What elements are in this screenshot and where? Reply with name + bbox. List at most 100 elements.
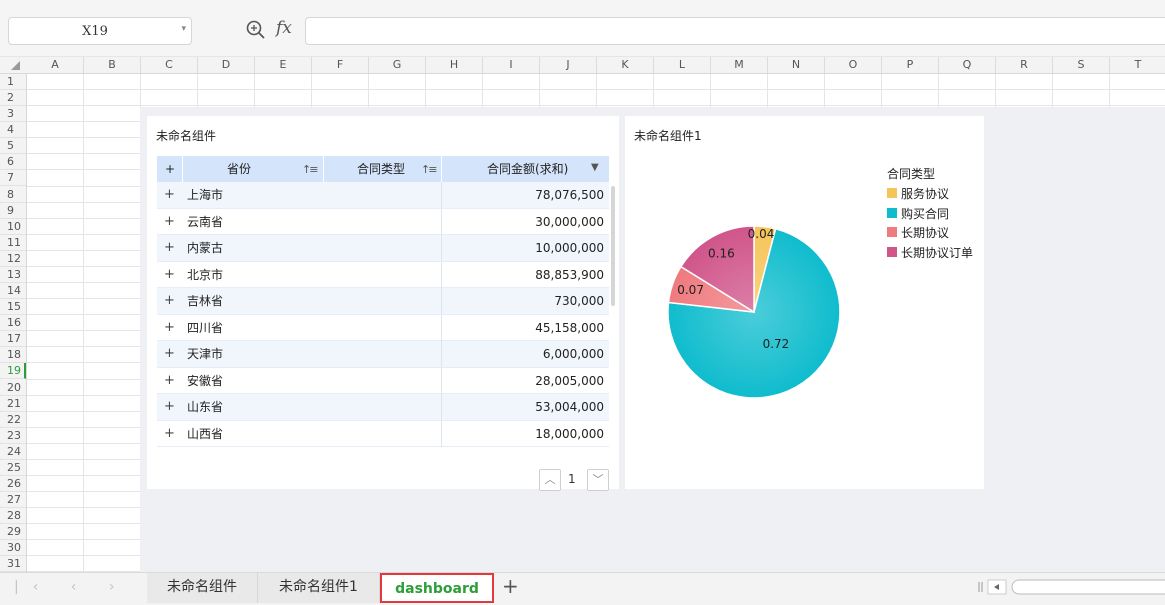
table-row[interactable]: + 四川省 45,158,000 (157, 314, 609, 341)
row-header-10[interactable]: 10 (0, 219, 26, 235)
column-header-t[interactable]: T (1110, 57, 1165, 73)
table-row[interactable]: + 吉林省 730,000 (157, 288, 609, 315)
column-header-c[interactable]: C (141, 57, 198, 73)
row-header-31[interactable]: 31 (0, 556, 26, 573)
zoom-search-icon[interactable] (245, 19, 267, 41)
chevron-down-icon[interactable]: ﹀ (587, 469, 609, 491)
column-header-h[interactable]: H (426, 57, 483, 73)
column-header-o[interactable]: O (825, 57, 882, 73)
column-header-b[interactable]: B (84, 57, 141, 73)
row-header-11[interactable]: 11 (0, 235, 26, 251)
amount-cell: 6,000,000 (542, 347, 604, 361)
horizontal-scrollbar[interactable] (976, 578, 1165, 596)
header-contract-type[interactable]: 合同类型 (357, 156, 405, 182)
chevron-up-icon[interactable]: ︿ (539, 469, 561, 491)
pagination: ︿ 1 ﹀ (539, 469, 611, 493)
sheet-tab[interactable]: 未命名组件 (147, 573, 258, 603)
column-header-k[interactable]: K (597, 57, 654, 73)
row-header-8[interactable]: 8 (0, 187, 26, 203)
sheet-tab[interactable]: dashboard (380, 573, 494, 603)
row-header-26[interactable]: 26 (0, 476, 26, 492)
row-header-2[interactable]: 2 (0, 90, 26, 107)
column-header-j[interactable]: J (540, 57, 597, 73)
row-header-9[interactable]: 9 (0, 203, 26, 219)
table-scrollbar[interactable] (611, 186, 615, 306)
row-header-23[interactable]: 23 (0, 428, 26, 444)
row-header-5[interactable]: 5 (0, 138, 26, 155)
row-header-18[interactable]: 18 (0, 347, 26, 364)
column-header-a[interactable]: A (27, 57, 84, 73)
sort-icon[interactable]: ↑≡ (421, 163, 438, 176)
row-header-22[interactable]: 22 (0, 412, 26, 428)
row-header-15[interactable]: 15 (0, 299, 26, 316)
select-all-icon[interactable] (11, 61, 20, 70)
row-header-27[interactable]: 27 (0, 492, 26, 509)
fx-icon[interactable]: fx (276, 18, 292, 38)
row-header-7[interactable]: 7 (0, 170, 26, 187)
name-box[interactable]: X19 ▾ (8, 17, 192, 45)
expand-row-button[interactable]: + (164, 421, 175, 447)
legend-swatch (887, 188, 897, 198)
column-header-r[interactable]: R (996, 57, 1053, 73)
expand-row-button[interactable]: + (164, 341, 175, 367)
column-header-p[interactable]: P (882, 57, 939, 73)
row-header-25[interactable]: 25 (0, 460, 26, 476)
header-amount[interactable]: 合同金额(求和) (487, 156, 568, 182)
column-header-m[interactable]: M (711, 57, 768, 73)
table-row[interactable]: + 云南省 30,000,000 (157, 208, 609, 235)
row-header-4[interactable]: 4 (0, 122, 26, 139)
row-header-14[interactable]: 14 (0, 283, 26, 300)
province-cell: 吉林省 (187, 294, 224, 308)
expand-all-button[interactable]: + (165, 156, 175, 182)
table-row[interactable]: + 北京市 88,853,900 (157, 261, 609, 288)
sheet-tab[interactable]: 未命名组件1 (258, 573, 380, 603)
expand-row-button[interactable]: + (164, 315, 175, 341)
table-row[interactable]: + 天津市 6,000,000 (157, 341, 609, 368)
row-header-1[interactable]: 1 (0, 74, 26, 90)
row-header-17[interactable]: 17 (0, 331, 26, 348)
column-header-i[interactable]: I (483, 57, 540, 73)
table-row[interactable]: + 山东省 53,004,000 (157, 394, 609, 421)
row-header-3[interactable]: 3 (0, 106, 26, 123)
expand-row-button[interactable]: + (164, 394, 175, 420)
row-header-21[interactable]: 21 (0, 396, 26, 412)
table-row[interactable]: + 内蒙古 10,000,000 (157, 235, 609, 262)
sort-icon[interactable]: ↑≡ (302, 163, 319, 176)
expand-row-button[interactable]: + (164, 288, 175, 314)
header-province[interactable]: 省份 (227, 156, 251, 182)
column-header-n[interactable]: N (768, 57, 825, 73)
table-row[interactable]: + 上海市 78,076,500 (157, 182, 609, 209)
row-header-24[interactable]: 24 (0, 444, 26, 460)
table-row[interactable]: + 山西省 18,000,000 (157, 420, 609, 447)
column-header-g[interactable]: G (369, 57, 426, 73)
column-header-e[interactable]: E (255, 57, 312, 73)
expand-row-button[interactable]: + (164, 182, 175, 208)
caret-down-icon[interactable]: ▼ (591, 162, 599, 173)
row-header-19[interactable]: 19 (0, 363, 26, 380)
column-header-s[interactable]: S (1053, 57, 1110, 73)
column-header-f[interactable]: F (312, 57, 369, 73)
province-cell: 云南省 (187, 214, 224, 229)
chevron-down-icon[interactable]: ▾ (181, 24, 186, 34)
table-row[interactable]: + 安徽省 28,005,000 (157, 367, 609, 394)
row-header-30[interactable]: 30 (0, 540, 26, 557)
row-header-12[interactable]: 12 (0, 251, 26, 267)
row-header-16[interactable]: 16 (0, 315, 26, 332)
row-header-29[interactable]: 29 (0, 524, 26, 541)
pie-widget[interactable]: 未命名组件1 0.04 0.72 0.07 0.16 合同类型 服务协议 购买合同 长期协… (625, 116, 984, 489)
amount-cell: 78,076,500 (535, 188, 604, 202)
expand-row-button[interactable]: + (164, 235, 175, 261)
column-header-q[interactable]: Q (939, 57, 996, 73)
formula-input[interactable] (305, 17, 1165, 45)
expand-row-button[interactable]: + (164, 209, 175, 235)
row-header-6[interactable]: 6 (0, 154, 26, 171)
row-header-28[interactable]: 28 (0, 508, 26, 525)
column-header-l[interactable]: L (654, 57, 711, 73)
add-sheet-button[interactable]: + (502, 574, 519, 598)
row-header-20[interactable]: 20 (0, 380, 26, 396)
expand-row-button[interactable]: + (164, 262, 175, 288)
row-header-13[interactable]: 13 (0, 267, 26, 283)
column-header-d[interactable]: D (198, 57, 255, 73)
expand-row-button[interactable]: + (164, 368, 175, 394)
table-widget[interactable]: 未命名组件 + 省份 ↑≡ 合同类型 ↑≡ 合同金额(求和) ▼ + 上海市 78,… (147, 116, 619, 491)
